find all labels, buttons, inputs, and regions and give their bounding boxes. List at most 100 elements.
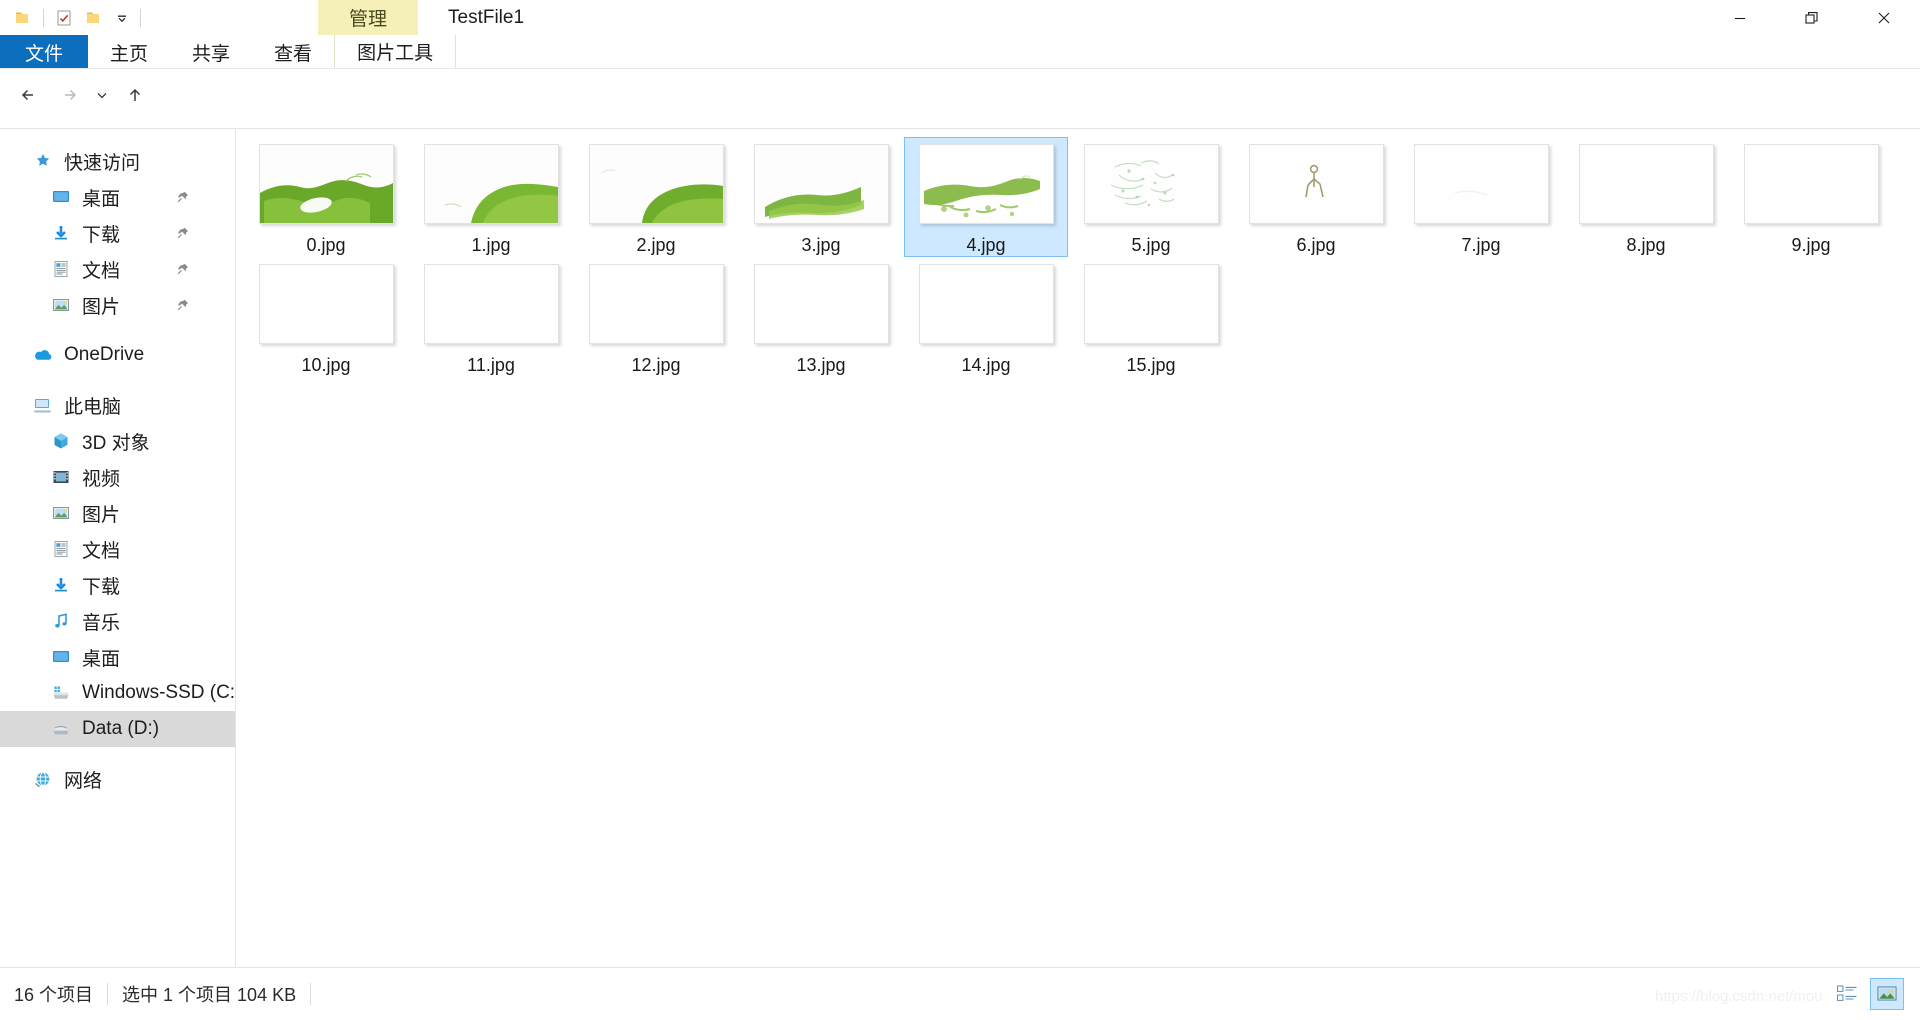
file-item[interactable]: 5.jpg xyxy=(1069,137,1233,257)
file-thumbnail xyxy=(1413,144,1549,224)
item-count: 16 个项目 xyxy=(14,985,94,1005)
pictures-icon xyxy=(48,500,74,526)
file-name: 14.jpg xyxy=(961,355,1011,375)
pin-icon[interactable] xyxy=(175,189,191,205)
watermark: https://blog.csdn.net/mou xyxy=(1655,988,1823,1005)
sidebar-item-desktop-pc[interactable]: 桌面 xyxy=(0,639,235,675)
close-icon[interactable] xyxy=(1848,0,1920,35)
file-list-view[interactable]: 0.jpg 1.jpg 2.jpg 3.jpg 4.jpg 5.jpg 6.jp… xyxy=(236,129,1920,967)
pin-icon[interactable] xyxy=(175,297,191,313)
tab-share[interactable]: 共享 xyxy=(170,35,252,69)
sidebar-item-documents-pc[interactable]: 文档 xyxy=(0,531,235,567)
file-item[interactable]: 7.jpg xyxy=(1399,137,1563,257)
sidebar-item-onedrive[interactable]: OneDrive xyxy=(0,337,235,373)
up-icon[interactable] xyxy=(116,76,154,114)
thumbnail-view-icon[interactable] xyxy=(1870,978,1904,1010)
qat-divider-2 xyxy=(140,8,141,27)
file-explorer-window: 管理 TestFile1 文件 主页 共享 查看 图片工具 快速访问 桌面 下载… xyxy=(0,0,1920,1020)
file-item[interactable]: 6.jpg xyxy=(1234,137,1398,257)
sidebar-item-pictures[interactable]: 图片 xyxy=(0,287,235,323)
sidebar-item-windows-ssd-c[interactable]: Windows-SSD (C:) xyxy=(0,675,235,711)
desktop-icon xyxy=(48,184,74,210)
sidebar-item-label: 下载 xyxy=(82,224,121,246)
file-thumbnail xyxy=(588,144,724,224)
file-name: 9.jpg xyxy=(1791,235,1831,255)
file-thumbnail xyxy=(588,264,724,344)
file-item[interactable]: 1.jpg xyxy=(409,137,573,257)
pin-icon[interactable] xyxy=(175,225,191,241)
forward-icon[interactable] xyxy=(50,76,88,114)
address-bar: › 此电脑 › Data (D:) › Download › TestFile1 xyxy=(0,69,1920,185)
file-name: 2.jpg xyxy=(636,235,676,255)
file-name: 0.jpg xyxy=(306,235,346,255)
file-item[interactable]: 8.jpg xyxy=(1564,137,1728,257)
file-name: 7.jpg xyxy=(1461,235,1501,255)
recent-locations-chevron-icon[interactable] xyxy=(90,76,114,114)
minimize-icon[interactable] xyxy=(1704,0,1776,35)
file-name: 8.jpg xyxy=(1626,235,1666,255)
file-item[interactable]: 11.jpg xyxy=(409,257,573,377)
file-thumbnail xyxy=(1248,144,1384,224)
sidebar-item-network[interactable]: 网络 xyxy=(0,761,235,797)
file-thumbnail xyxy=(258,264,394,344)
file-item-selected[interactable]: 4.jpg xyxy=(904,137,1068,257)
sidebar-item-downloads-pc[interactable]: 下载 xyxy=(0,567,235,603)
file-item[interactable]: 0.jpg xyxy=(244,137,408,257)
onedrive-icon xyxy=(30,342,56,368)
file-item[interactable]: 12.jpg xyxy=(574,257,738,377)
tab-file[interactable]: 文件 xyxy=(0,35,89,69)
qat-customize-chevron-icon[interactable] xyxy=(109,3,135,33)
sidebar-item-data-d[interactable]: Data (D:) xyxy=(0,711,235,747)
sidebar-item-label: Windows-SSD (C:) xyxy=(82,682,235,703)
sidebar-item-label: OneDrive xyxy=(64,344,145,365)
sidebar-item-label: 视频 xyxy=(82,468,121,490)
file-item[interactable]: 13.jpg xyxy=(739,257,903,377)
videos-icon xyxy=(48,464,74,490)
file-item[interactable]: 3.jpg xyxy=(739,137,903,257)
details-view-icon[interactable] xyxy=(1830,978,1864,1010)
contextual-tab-group-label: 管理 xyxy=(348,9,387,30)
download-icon xyxy=(48,220,74,246)
desktop-icon xyxy=(48,644,74,670)
restore-icon[interactable] xyxy=(1776,0,1848,35)
pictures-icon xyxy=(48,292,74,318)
sidebar-item-label: 快速访问 xyxy=(64,152,141,174)
tab-picture-tools[interactable]: 图片工具 xyxy=(334,35,457,69)
music-icon xyxy=(48,608,74,634)
file-item[interactable]: 2.jpg xyxy=(574,137,738,257)
status-bar: 16 个项目 选中 1 个项目 104 KB xyxy=(0,968,1920,1020)
pin-icon[interactable] xyxy=(175,261,191,277)
sidebar-item-pictures-pc[interactable]: 图片 xyxy=(0,495,235,531)
file-item[interactable]: 9.jpg xyxy=(1729,137,1893,257)
file-name: 13.jpg xyxy=(796,355,846,375)
file-name: 5.jpg xyxy=(1131,235,1171,255)
file-item[interactable]: 15.jpg xyxy=(1069,257,1233,377)
sidebar-item-downloads[interactable]: 下载 xyxy=(0,215,235,251)
tab-view[interactable]: 查看 xyxy=(252,35,334,69)
view-toggle-buttons xyxy=(1830,968,1904,1020)
sidebar-item-this-pc[interactable]: 此电脑 xyxy=(0,387,235,423)
quick-access-toolbar xyxy=(0,0,146,35)
this-pc-icon xyxy=(30,392,56,418)
file-item[interactable]: 14.jpg xyxy=(904,257,1068,377)
properties-icon[interactable] xyxy=(49,3,79,33)
sidebar-item-label: 文档 xyxy=(82,260,121,282)
back-icon[interactable] xyxy=(10,76,48,114)
selection-info: 选中 1 个项目 104 KB xyxy=(122,985,297,1005)
file-item[interactable]: 10.jpg xyxy=(244,257,408,377)
sidebar-item-3d-objects[interactable]: 3D 对象 xyxy=(0,423,235,459)
tab-home[interactable]: 主页 xyxy=(88,35,170,69)
star-pin-icon xyxy=(30,148,56,174)
window-controls xyxy=(1704,0,1920,35)
sidebar-item-music[interactable]: 音乐 xyxy=(0,603,235,639)
new-folder-icon[interactable] xyxy=(79,3,109,33)
sidebar-item-quick-access[interactable]: 快速访问 xyxy=(0,143,235,179)
sidebar-item-documents[interactable]: 文档 xyxy=(0,251,235,287)
file-thumbnail xyxy=(1743,144,1879,224)
folder-icon[interactable] xyxy=(8,3,38,33)
sidebar-item-videos[interactable]: 视频 xyxy=(0,459,235,495)
sidebar-item-desktop[interactable]: 桌面 xyxy=(0,179,235,215)
sidebar-item-label: 桌面 xyxy=(82,188,121,210)
